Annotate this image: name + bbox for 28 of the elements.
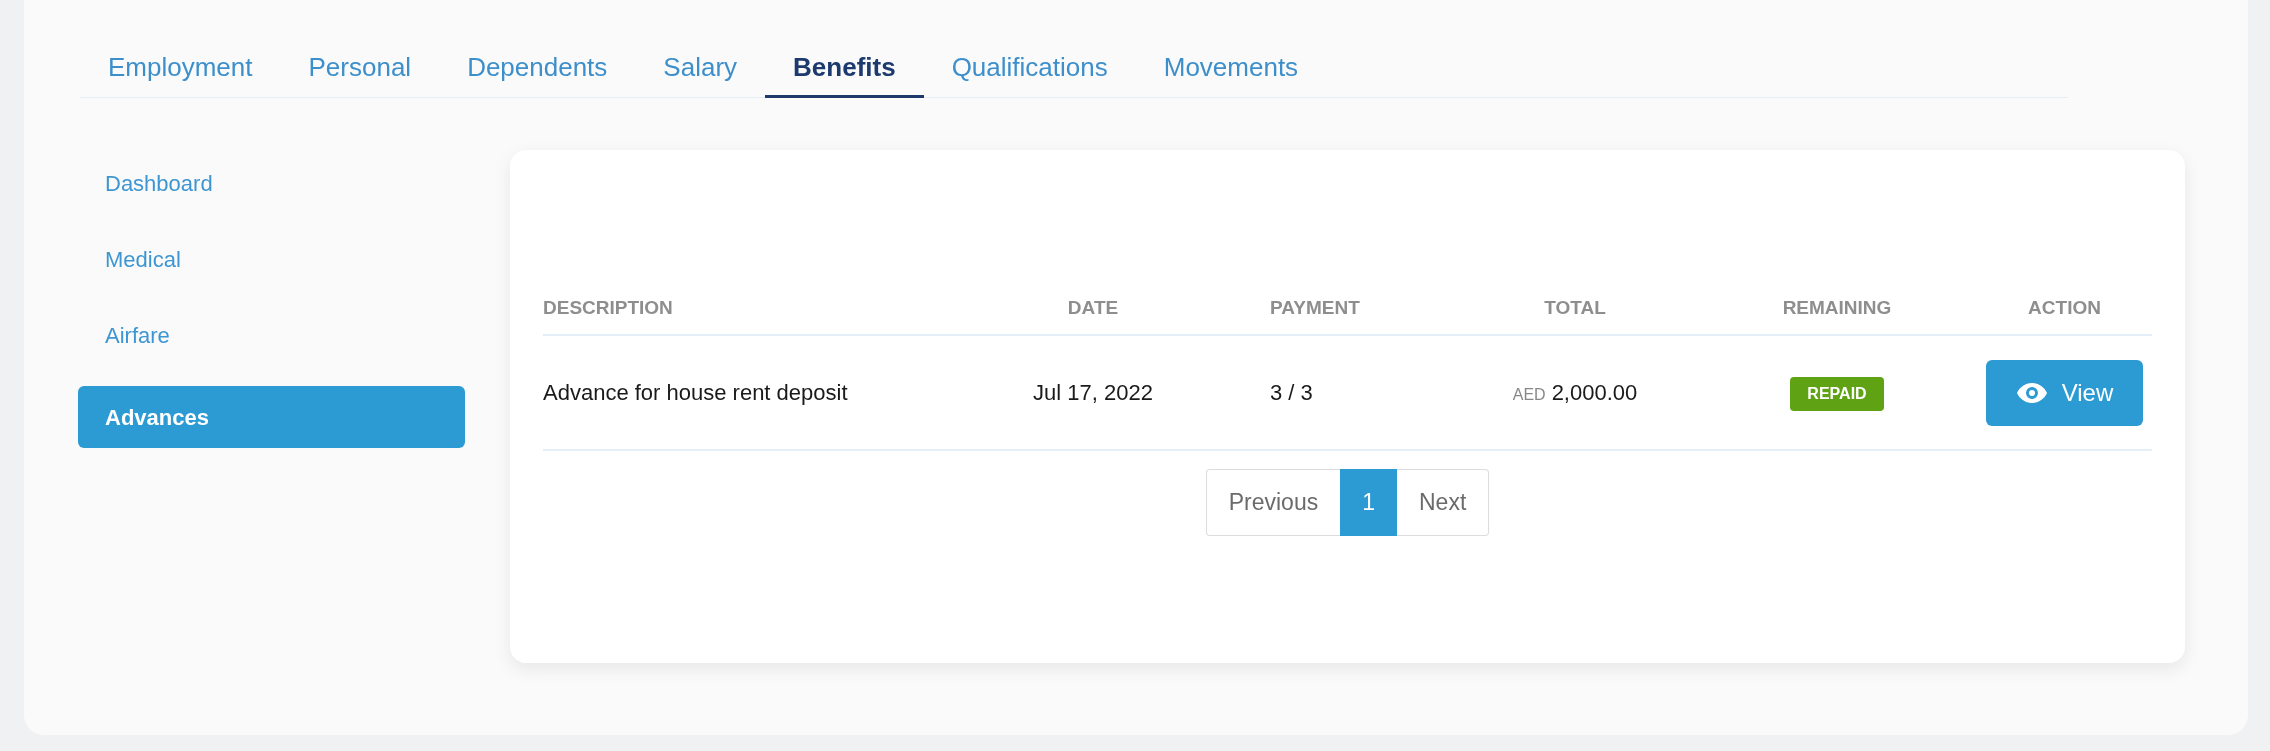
sidebar-item[interactable]: Advances bbox=[78, 386, 465, 448]
page-button[interactable]: 1 bbox=[1340, 469, 1397, 536]
tab[interactable]: Salary bbox=[635, 40, 766, 98]
tab[interactable]: Qualifications bbox=[923, 40, 1136, 98]
column-header: PAYMENT bbox=[1270, 296, 1360, 318]
amount: 2,000.00 bbox=[1551, 380, 1638, 405]
table-cell: 3 / 3 bbox=[1270, 380, 1313, 405]
tab[interactable]: Benefits bbox=[765, 40, 924, 98]
currency-label: AED bbox=[1512, 386, 1546, 403]
page-button[interactable]: Next bbox=[1397, 469, 1490, 536]
tab[interactable]: Employment bbox=[80, 40, 281, 98]
table-cell: Advance for house rent deposit bbox=[543, 380, 848, 405]
sidebar-item[interactable]: Airfare bbox=[78, 310, 465, 360]
tab[interactable]: Movements bbox=[1135, 40, 1327, 98]
eye-icon bbox=[2015, 381, 2048, 404]
sidebar-item[interactable]: Medical bbox=[78, 234, 465, 284]
column-header: DATE bbox=[1067, 296, 1119, 318]
page-button[interactable]: Previous bbox=[1205, 469, 1341, 536]
tab[interactable]: Personal bbox=[280, 40, 440, 98]
status-badge: REPAID bbox=[1790, 376, 1884, 411]
column-header: TOTAL bbox=[1544, 296, 1606, 318]
column-header: ACTION bbox=[2028, 296, 2101, 318]
sidebar-item[interactable]: Dashboard bbox=[78, 158, 465, 208]
tab[interactable]: Dependents bbox=[439, 40, 636, 98]
column-header: REMAINING bbox=[1782, 296, 1892, 318]
view-button[interactable]: View bbox=[1986, 359, 2143, 426]
column-header: DESCRIPTION bbox=[543, 296, 673, 318]
table-cell: Jul 17, 2022 bbox=[1033, 380, 1153, 405]
